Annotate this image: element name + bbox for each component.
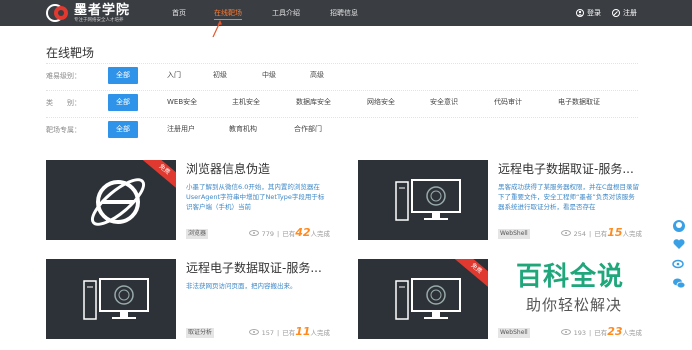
user-icon [576,9,584,17]
filter-option-all[interactable]: 全部 [108,121,138,138]
watermark-title: 百科全说 [516,262,625,292]
filter-option-entry[interactable]: 入门 [167,67,181,84]
nav-home[interactable]: 首页 [172,0,186,26]
filter-label: 类 别： [46,99,81,107]
card-stats: 193 | 已有 23 人完成 [560,325,643,338]
filter-option-forensics[interactable]: 电子数据取证 [558,94,600,111]
done-count: 15 [607,226,623,239]
done-count: 42 [295,226,311,239]
filter-special: 靶场专属： 全部 注册用户 教育机构 合作部门 [46,117,638,141]
card-thumbnail[interactable]: 免费 [358,259,488,339]
site-logo[interactable]: 墨者学院 专注于网络安全人才培养 [46,1,130,25]
wechat-icon[interactable] [672,276,686,290]
card-thumbnail[interactable] [46,259,176,339]
filter-option-senior[interactable]: 高级 [310,67,324,84]
done-prefix: 已有 [594,329,608,337]
card-tag[interactable]: WebShell [498,229,530,239]
card-description: 黑客成功获得了某服务器权限，并在C盘根目录留下了重要文件，安全工程师“墨者”负责… [498,183,640,211]
done-suffix: 人完成 [310,329,331,337]
eye-icon [248,230,259,236]
done-suffix: 人完成 [622,329,643,337]
register-link[interactable]: 注册 [612,0,637,26]
filter-option-awareness[interactable]: 安全意识 [430,94,458,111]
view-count: 779 [261,230,274,238]
filter-option-junior[interactable]: 初级 [213,67,227,84]
card-stats: 157 | 已有 11 人完成 [248,325,331,338]
card-tag[interactable]: 浏览器 [186,229,209,239]
watermark-subtitle: 助你轻松解决 [526,296,623,314]
card-description: 小墨了解到从微信6.0开始，其内置的浏览器在UserAgent字符串中增加了Ne… [186,183,325,211]
card-tag[interactable]: WebShell [498,328,530,338]
heart-icon[interactable] [672,237,686,251]
filter-option-all[interactable]: 全部 [108,94,138,111]
view-count: 193 [573,329,586,337]
filter-option-web[interactable]: WEB安全 [167,94,197,111]
done-count: 11 [295,325,311,338]
card-title[interactable]: 远程电子数据取证-服务... [498,160,634,177]
nav-jobs[interactable]: 招聘信息 [330,0,358,26]
done-suffix: 人完成 [622,230,643,238]
card-title[interactable]: 浏览器信息伪造 [186,160,270,177]
done-prefix: 已有 [282,329,296,337]
filter-option-host[interactable]: 主机安全 [232,94,260,111]
eye-icon [248,329,259,335]
pencil-icon [612,9,620,17]
filter-option-network[interactable]: 网络安全 [367,94,395,111]
done-suffix: 人完成 [310,230,331,238]
filter-option-database[interactable]: 数据库安全 [296,94,331,111]
page-title: 在线靶场 [46,46,95,60]
logo-mark-icon [46,2,70,24]
range-card[interactable]: 远程电子数据取证-服务... 非法获网页访问页面，把内容搬出来。 取证分析 15… [46,259,336,339]
card-tag[interactable]: 取证分析 [186,328,215,338]
top-navbar: 墨者学院 专注于网络安全人才培养 首页 在线靶场 工具介绍 招聘信息 登录 注册 [0,0,692,26]
weibo-icon[interactable] [672,256,686,270]
filter-label: 靶场专属： [46,126,81,134]
filter-option-registered[interactable]: 注册用户 [167,121,195,138]
qq-icon[interactable] [672,219,686,233]
register-label: 注册 [623,9,637,17]
view-count: 157 [261,329,274,337]
annotation-arrow-icon [212,20,222,38]
card-stats: 779 | 已有 42 人完成 [248,226,331,239]
eye-icon [560,329,571,335]
filter-option-education[interactable]: 教育机构 [229,121,257,138]
computer-icon [83,278,149,320]
card-thumbnail[interactable]: 免费 [46,160,176,240]
eye-icon [560,230,571,236]
filter-category: 类 别： 全部 WEB安全 主机安全 数据库安全 网络安全 安全意识 代码审计 … [46,90,638,114]
card-description: 非法获网页访问页面，把内容搬出来。 [186,282,297,290]
login-link[interactable]: 登录 [576,0,601,26]
done-prefix: 已有 [594,230,608,238]
filter-option-partner[interactable]: 合作部门 [294,121,322,138]
card-thumbnail[interactable] [358,160,488,240]
nav-tools[interactable]: 工具介绍 [272,0,300,26]
card-stats: 254 | 已有 15 人完成 [560,226,643,239]
filter-option-middle[interactable]: 中级 [262,67,276,84]
range-card[interactable]: 免费 浏览器信息伪造 小墨了解到从微信6.0开始，其内置的浏览器在UserAge… [46,160,336,240]
login-label: 登录 [587,9,601,17]
range-card[interactable]: 远程电子数据取证-服务... 黑客成功获得了某服务器权限，并在C盘根目录留下了重… [358,160,648,240]
computer-icon [395,179,461,221]
filter-option-code-audit[interactable]: 代码审计 [494,94,522,111]
filter-option-all[interactable]: 全部 [108,67,138,84]
logo-title: 墨者学院 [74,2,131,18]
view-count: 254 [573,230,586,238]
filter-difficulty: 难易级别： 全部 入门 初级 中级 高级 [46,63,638,87]
card-title[interactable]: 远程电子数据取证-服务... [186,259,322,276]
logo-subtitle: 专注于网络安全人才培养 [74,16,124,23]
done-count: 23 [607,325,623,338]
done-prefix: 已有 [282,230,296,238]
filter-label: 难易级别： [46,72,81,80]
